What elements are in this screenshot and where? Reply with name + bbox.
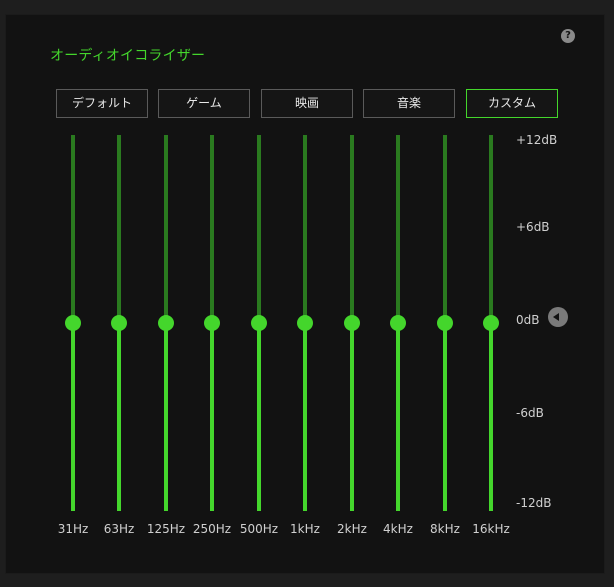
eq-slider-9[interactable] [481, 135, 501, 511]
slider-track-upper [350, 135, 354, 323]
slider-thumb[interactable] [390, 315, 406, 331]
reset-arrow-icon[interactable] [548, 307, 568, 327]
slider-thumb[interactable] [65, 315, 81, 331]
equalizer-panel: オーディオイコライザー ? デフォルト ゲーム 映画 音楽 カスタム 31Hz 63Hz 1… [5, 14, 605, 574]
slider-track-upper [71, 135, 75, 323]
slider-track-lower [303, 323, 307, 511]
slider-thumb[interactable] [111, 315, 127, 331]
eq-slider-5[interactable] [295, 135, 315, 511]
slider-track-upper [210, 135, 214, 323]
db-label-max: +12dB [516, 133, 558, 147]
eq-slider-2[interactable] [156, 135, 176, 511]
page-title: オーディオイコライザー [50, 48, 206, 64]
slider-thumb[interactable] [297, 315, 313, 331]
eq-slider-1[interactable] [109, 135, 129, 511]
slider-track-upper [164, 135, 168, 323]
slider-track-lower [210, 323, 214, 511]
preset-button-0[interactable]: デフォルト [56, 89, 148, 118]
slider-thumb[interactable] [483, 315, 499, 331]
slider-track-lower [71, 323, 75, 511]
slider-track-upper [443, 135, 447, 323]
db-label-zero: 0dB [516, 313, 540, 327]
db-label-minus6: -6dB [516, 406, 544, 420]
eq-slider-0[interactable] [63, 135, 83, 511]
help-icon[interactable]: ? [561, 29, 575, 43]
slider-thumb[interactable] [158, 315, 174, 331]
slider-track-upper [489, 135, 493, 323]
slider-thumb[interactable] [204, 315, 220, 331]
db-label-min: -12dB [516, 496, 552, 510]
band-label-9: 16kHz [472, 522, 510, 536]
slider-track-lower [350, 323, 354, 511]
slider-track-lower [117, 323, 121, 511]
slider-track-lower [443, 323, 447, 511]
slider-track-lower [257, 323, 261, 511]
slider-track-lower [489, 323, 493, 511]
eq-slider-7[interactable] [388, 135, 408, 511]
preset-button-2[interactable]: 映画 [261, 89, 353, 118]
slider-track-upper [257, 135, 261, 323]
eq-slider-6[interactable] [342, 135, 362, 511]
slider-track-upper [117, 135, 121, 323]
db-label-plus6: +6dB [516, 220, 550, 234]
slider-track-lower [164, 323, 168, 511]
slider-track-upper [396, 135, 400, 323]
eq-slider-3[interactable] [202, 135, 222, 511]
preset-button-3[interactable]: 音楽 [363, 89, 455, 118]
slider-thumb[interactable] [344, 315, 360, 331]
preset-button-4[interactable]: カスタム [466, 89, 558, 118]
preset-button-1[interactable]: ゲーム [158, 89, 250, 118]
slider-track-lower [396, 323, 400, 511]
slider-thumb[interactable] [437, 315, 453, 331]
slider-track-upper [303, 135, 307, 323]
slider-thumb[interactable] [251, 315, 267, 331]
eq-slider-4[interactable] [249, 135, 269, 511]
eq-slider-8[interactable] [435, 135, 455, 511]
